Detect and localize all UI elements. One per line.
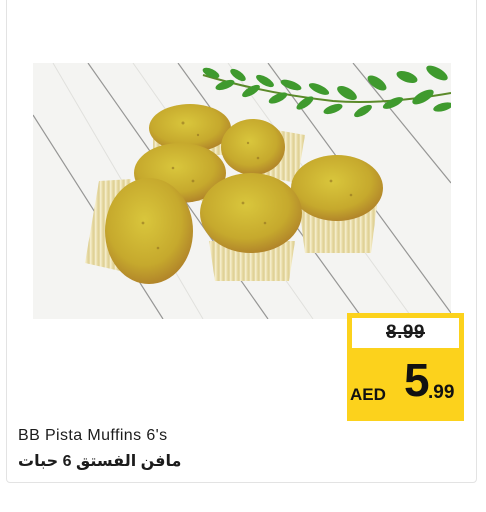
product-name-arabic[interactable]: مافن الفستق 6 حبات bbox=[18, 451, 181, 471]
currency-label: AED bbox=[350, 385, 386, 404]
muffin bbox=[200, 173, 302, 281]
price-tag: 8.99 AED 5 .99 bbox=[347, 313, 464, 421]
old-price-box: 8.99 bbox=[352, 318, 459, 348]
old-price: 8.99 bbox=[386, 322, 425, 343]
new-price-decimal: .99 bbox=[428, 382, 455, 403]
muffins-photo bbox=[33, 63, 451, 319]
muffin bbox=[291, 155, 383, 253]
new-price-integer: 5 bbox=[404, 354, 430, 406]
product-name-english[interactable]: BB Pista Muffins 6's bbox=[18, 427, 167, 445]
product-image[interactable] bbox=[33, 63, 451, 319]
